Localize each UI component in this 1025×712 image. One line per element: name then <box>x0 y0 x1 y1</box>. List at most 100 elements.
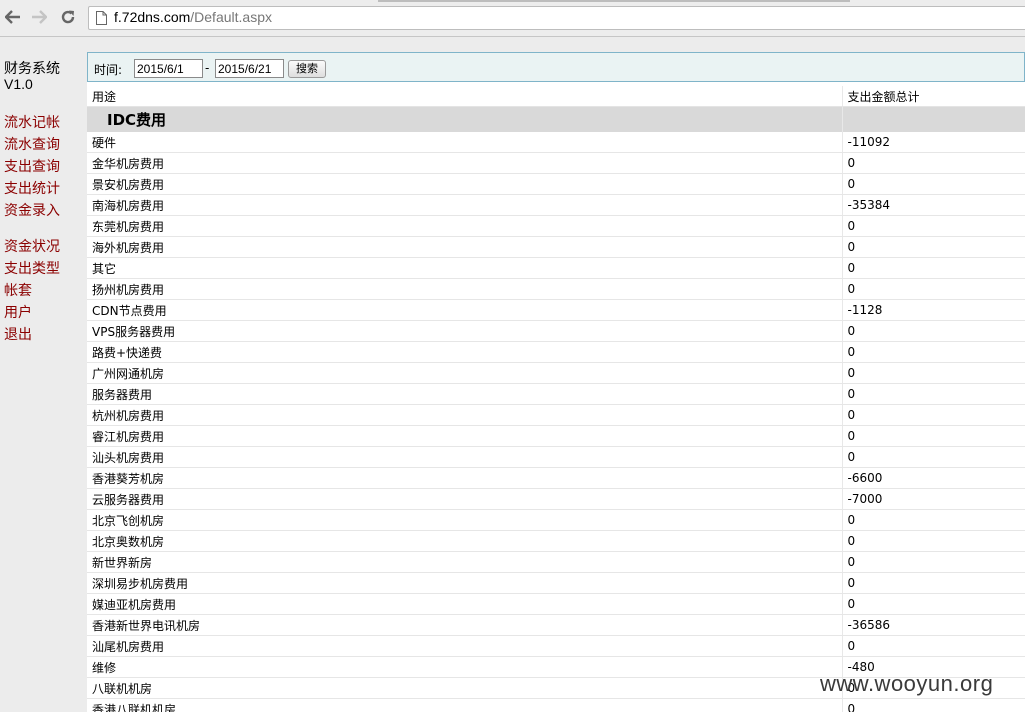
app-title-version: V1.0 <box>4 76 33 92</box>
forward-button[interactable] <box>28 6 50 28</box>
row-purpose: 深圳易步机房费用 <box>87 572 842 594</box>
start-date-input[interactable] <box>134 59 203 78</box>
row-amount: 0 <box>841 509 1025 531</box>
table-row: 南海机房费用 -35384 <box>87 194 1025 216</box>
reload-button[interactable] <box>57 6 79 28</box>
row-purpose: 景安机房费用 <box>87 173 842 195</box>
tab-strip-edge <box>378 0 850 2</box>
row-amount: 0 <box>841 215 1025 237</box>
arrow-right-icon <box>32 10 47 24</box>
search-button[interactable]: 搜索 <box>288 60 326 78</box>
row-purpose: 汕头机房费用 <box>87 446 842 468</box>
table-row: 海外机房费用 0 <box>87 236 1025 258</box>
url-text: f.72dns.com/Default.aspx <box>114 9 272 25</box>
row-purpose: 新世界新房 <box>87 551 842 573</box>
row-purpose: 杭州机房费用 <box>87 404 842 426</box>
row-amount: 0 <box>841 383 1025 405</box>
table-row: 金华机房费用 0 <box>87 152 1025 174</box>
nav-group-admin: 资金状况 支出类型 帐套 用户 退出 <box>4 236 84 346</box>
row-purpose: 扬州机房费用 <box>87 278 842 300</box>
row-purpose: 香港八联机机房 <box>87 698 842 712</box>
row-purpose: 北京奥数机房 <box>87 530 842 552</box>
table-row: 媒迪亚机房费用 0 <box>87 593 1025 615</box>
row-purpose: 其它 <box>87 257 842 279</box>
nav-link-account-sets[interactable]: 帐套 <box>4 280 84 302</box>
nav-link-expense-types[interactable]: 支出类型 <box>4 258 84 280</box>
end-date-input[interactable] <box>215 59 284 78</box>
nav-link-funds-entry[interactable]: 资金录入 <box>4 200 84 222</box>
category-amount <box>841 106 1025 132</box>
reload-icon <box>61 10 75 24</box>
row-amount: -1128 <box>841 299 1025 321</box>
table-row: 杭州机房费用 0 <box>87 404 1025 426</box>
table-row: 新世界新房 0 <box>87 551 1025 573</box>
row-amount: 0 <box>841 572 1025 594</box>
row-purpose: 维修 <box>87 656 842 678</box>
browser-toolbar: f.72dns.com/Default.aspx <box>0 0 1025 37</box>
table-row: 东莞机房费用 0 <box>87 215 1025 237</box>
category-row: IDC费用 <box>87 106 1025 132</box>
expense-table: 用途 支出金额总计 IDC费用 硬件 -11092 金华机房费用 0 景安机房费用 0 南海… <box>87 86 1025 712</box>
table-row: 硬件 -11092 <box>87 132 1025 153</box>
back-button[interactable] <box>2 6 24 28</box>
row-purpose: VPS服务器费用 <box>87 320 842 342</box>
table-row: 其它 0 <box>87 257 1025 279</box>
nav-link-expense-stats[interactable]: 支出统计 <box>4 178 84 200</box>
app-title-name: 财务系统 <box>4 60 60 76</box>
table-row: 扬州机房费用 0 <box>87 278 1025 300</box>
table-row: VPS服务器费用 0 <box>87 320 1025 342</box>
row-amount: 0 <box>841 278 1025 300</box>
row-purpose: 八联机机房 <box>87 677 842 699</box>
row-amount: -7000 <box>841 488 1025 510</box>
row-amount: 0 <box>841 173 1025 195</box>
row-purpose: 服务器费用 <box>87 383 842 405</box>
table-row: 香港葵芳机房 -6600 <box>87 467 1025 489</box>
row-amount: 0 <box>841 551 1025 573</box>
row-purpose: 路费+快递费 <box>87 341 842 363</box>
nav-link-ledger-entry[interactable]: 流水记帐 <box>4 112 84 134</box>
url-path: /Default.aspx <box>190 9 272 25</box>
nav-link-ledger-query[interactable]: 流水查询 <box>4 134 84 156</box>
header-total-expense: 支出金额总计 <box>841 86 1025 107</box>
row-purpose: 东莞机房费用 <box>87 215 842 237</box>
table-row: 睿江机房费用 0 <box>87 425 1025 447</box>
table-row: 服务器费用 0 <box>87 383 1025 405</box>
row-purpose: 北京飞创机房 <box>87 509 842 531</box>
table-row: 路费+快递费 0 <box>87 341 1025 363</box>
row-amount: 0 <box>841 257 1025 279</box>
table-row: 深圳易步机房费用 0 <box>87 572 1025 594</box>
row-amount: 0 <box>841 635 1025 657</box>
table-row: 景安机房费用 0 <box>87 173 1025 195</box>
row-purpose: 香港葵芳机房 <box>87 467 842 489</box>
table-row: 汕尾机房费用 0 <box>87 635 1025 657</box>
table-row: 香港八联机机房 0 <box>87 698 1025 712</box>
nav-link-funds-status[interactable]: 资金状况 <box>4 236 84 258</box>
row-purpose: 云服务器费用 <box>87 488 842 510</box>
row-purpose: 媒迪亚机房费用 <box>87 593 842 615</box>
row-amount: 0 <box>841 362 1025 384</box>
table-row: 云服务器费用 -7000 <box>87 488 1025 510</box>
category-name: IDC费用 <box>87 106 842 132</box>
row-purpose: 广州网通机房 <box>87 362 842 384</box>
url-host: f.72dns.com <box>114 9 191 25</box>
row-amount: 0 <box>841 446 1025 468</box>
row-amount: 0 <box>841 320 1025 342</box>
row-purpose: 南海机房费用 <box>87 194 842 216</box>
row-amount: -36586 <box>841 614 1025 636</box>
row-purpose: 汕尾机房费用 <box>87 635 842 657</box>
row-purpose: 硬件 <box>87 132 842 153</box>
row-amount: 0 <box>841 698 1025 712</box>
nav-link-logout[interactable]: 退出 <box>4 324 84 346</box>
table-row: 北京飞创机房 0 <box>87 509 1025 531</box>
nav-link-users[interactable]: 用户 <box>4 302 84 324</box>
row-amount: 0 <box>841 341 1025 363</box>
nav-link-expense-query[interactable]: 支出查询 <box>4 156 84 178</box>
row-amount: 0 <box>841 530 1025 552</box>
address-bar[interactable]: f.72dns.com/Default.aspx <box>88 6 1025 30</box>
row-purpose: 睿江机房费用 <box>87 425 842 447</box>
page-icon <box>96 11 107 25</box>
table-row: 香港新世界电讯机房 -36586 <box>87 614 1025 636</box>
row-amount: 0 <box>841 152 1025 174</box>
row-purpose: 香港新世界电讯机房 <box>87 614 842 636</box>
sidebar: 财务系统 V1.0 流水记帐 流水查询 支出查询 支出统计 资金录入 资金状况 … <box>4 60 84 346</box>
